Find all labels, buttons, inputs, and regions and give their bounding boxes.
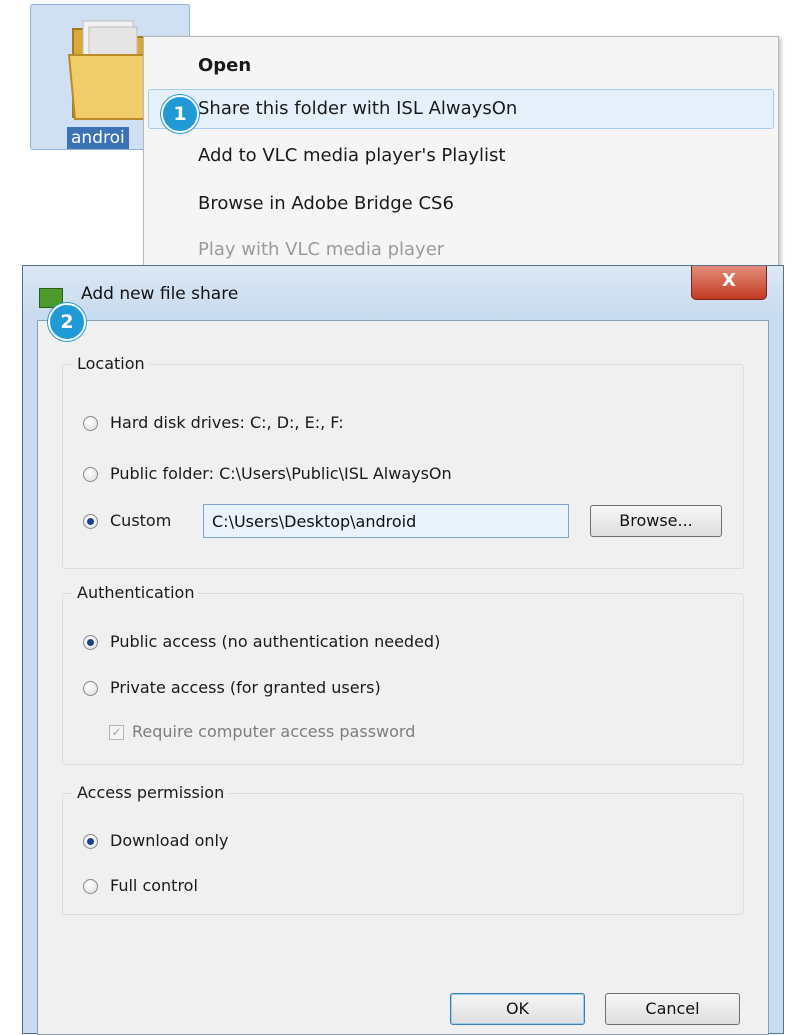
close-button[interactable]: X xyxy=(691,266,767,300)
dialog-body: Location Hard disk drives: C:, D:, E:, F… xyxy=(37,320,769,1035)
radio-indicator xyxy=(83,833,98,849)
custom-path-input[interactable] xyxy=(203,504,569,538)
radio-label: Public access (no authentication needed) xyxy=(110,632,441,651)
radio-label: Public folder: C:\Users\Public\ISL Alway… xyxy=(110,464,452,483)
radio-custom[interactable]: Custom xyxy=(83,510,171,532)
context-menu: Open Share this folder with ISL AlwaysOn… xyxy=(143,36,779,268)
radio-indicator xyxy=(83,680,98,696)
step-badge-2: 2 xyxy=(48,303,86,341)
radio-download-only[interactable]: Download only xyxy=(83,830,228,852)
radio-private-access[interactable]: Private access (for granted users) xyxy=(83,677,381,699)
step-badge-1: 1 xyxy=(161,95,199,133)
authentication-group-label: Authentication xyxy=(73,582,199,604)
checkbox-label: Require computer access password xyxy=(132,722,416,741)
menu-item-open[interactable]: Open xyxy=(198,53,251,79)
radio-label: Custom xyxy=(110,511,172,530)
browse-button[interactable]: Browse... xyxy=(590,505,722,537)
radio-public-folder[interactable]: Public folder: C:\Users\Public\ISL Alway… xyxy=(83,463,452,485)
dialog-title: Add new file share xyxy=(81,284,239,304)
folder-label: androi xyxy=(67,127,129,149)
location-group: Location Hard disk drives: C:, D:, E:, F… xyxy=(62,353,744,569)
add-file-share-dialog: Add new file share X Location Hard disk … xyxy=(22,265,784,1035)
radio-label: Download only xyxy=(110,831,229,850)
radio-label: Full control xyxy=(110,876,198,895)
menu-item-browse-adobe-bridge[interactable]: Browse in Adobe Bridge CS6 xyxy=(198,191,454,217)
location-group-label: Location xyxy=(73,353,149,375)
authentication-group: Authentication Public access (no authent… xyxy=(62,582,744,765)
radio-indicator xyxy=(83,513,98,529)
radio-indicator xyxy=(83,415,98,431)
radio-hard-disk-drives[interactable]: Hard disk drives: C:, D:, E:, F: xyxy=(83,412,344,434)
menu-item-play-vlc[interactable]: Play with VLC media player xyxy=(198,237,444,263)
radio-public-access[interactable]: Public access (no authentication needed) xyxy=(83,631,440,653)
dialog-titlebar[interactable]: Add new file share X xyxy=(23,266,783,320)
radio-indicator xyxy=(83,634,98,650)
cancel-button[interactable]: Cancel xyxy=(605,993,740,1025)
menu-item-add-vlc-playlist[interactable]: Add to VLC media player's Playlist xyxy=(198,143,505,169)
checkbox-indicator: ✓ xyxy=(109,724,124,740)
access-permission-group-label: Access permission xyxy=(73,782,229,804)
ok-button[interactable]: OK xyxy=(450,993,585,1025)
radio-indicator xyxy=(83,878,98,894)
checkbox-require-password[interactable]: ✓ Require computer access password xyxy=(109,721,415,743)
radio-indicator xyxy=(83,466,98,482)
menu-item-share-folder[interactable]: Share this folder with ISL AlwaysOn xyxy=(198,96,517,122)
radio-label: Private access (for granted users) xyxy=(110,678,381,697)
radio-label: Hard disk drives: C:, D:, E:, F: xyxy=(110,413,344,432)
radio-full-control[interactable]: Full control xyxy=(83,875,198,897)
access-permission-group: Access permission Download only Full con… xyxy=(62,782,744,915)
folder-icon xyxy=(67,20,155,120)
